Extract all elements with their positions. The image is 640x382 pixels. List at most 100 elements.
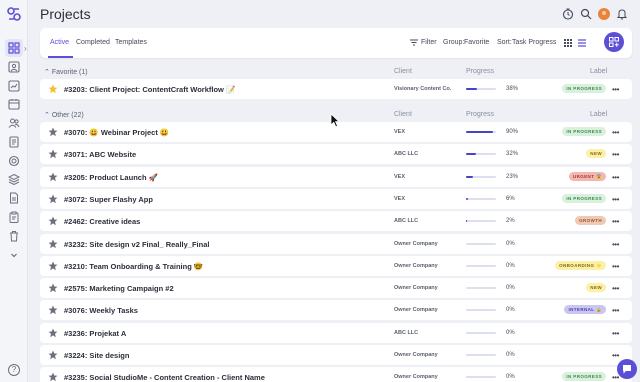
sidebar-item-projects[interactable] — [5, 39, 23, 57]
trash-icon[interactable] — [8, 230, 20, 242]
target-icon[interactable] — [8, 155, 20, 167]
chevron-down-icon[interactable] — [8, 249, 20, 261]
project-title[interactable]: #2575: Marketing Campaign #2 — [64, 284, 174, 293]
status-badge[interactable]: NEW — [586, 149, 606, 159]
bell-icon[interactable] — [616, 8, 628, 20]
filter-button[interactable]: Filter — [421, 39, 437, 46]
column-client[interactable]: Client — [394, 68, 412, 75]
project-title[interactable]: #2462: Creative ideas — [64, 217, 140, 226]
chat-button[interactable] — [617, 359, 637, 379]
tab-completed[interactable]: Completed — [76, 39, 110, 46]
more-options-icon[interactable]: ••• — [612, 173, 619, 182]
group-value[interactable]: Favorite — [464, 39, 489, 46]
project-row[interactable]: #2462: Creative ideas ABC LLC 2% GROWTH ••• — [40, 211, 632, 232]
star-icon[interactable] — [48, 283, 58, 293]
star-icon[interactable] — [48, 127, 58, 137]
more-options-icon[interactable]: ••• — [612, 284, 619, 293]
more-options-icon[interactable]: ••• — [612, 217, 619, 226]
project-title[interactable]: #3070: 😃 Webinar Project 😃 — [64, 128, 169, 137]
star-icon[interactable] — [48, 84, 58, 94]
project-row[interactable]: #2575: Marketing Campaign #2 Owner Compan… — [40, 278, 632, 299]
star-icon[interactable] — [48, 172, 58, 182]
project-row[interactable]: #3071: ABC Website ABC LLC 32% NEW ••• — [40, 144, 632, 165]
invoice-icon[interactable] — [8, 136, 20, 148]
star-icon[interactable] — [48, 372, 58, 382]
status-badge[interactable]: URGENT 😨 — [568, 171, 606, 181]
project-row[interactable]: #3076: Weekly Tasks Owner Company 0% INTERN… — [40, 300, 632, 321]
status-badge[interactable]: IN PROGRESS — [562, 193, 606, 203]
project-title[interactable]: #3205: Product Launch 🚀 — [64, 173, 158, 182]
filter-icon[interactable] — [410, 39, 418, 46]
column-label[interactable]: Label — [590, 111, 607, 118]
project-title[interactable]: #3224: Site design — [64, 351, 129, 360]
more-options-icon[interactable]: ••• — [612, 195, 619, 204]
column-progress[interactable]: Progress — [466, 111, 494, 118]
more-options-icon[interactable]: ••• — [612, 150, 619, 159]
document-icon[interactable] — [8, 192, 20, 204]
group-favorite-header[interactable]: ⌃ Favorite (1) — [44, 68, 88, 76]
app-logo-icon[interactable] — [6, 6, 22, 22]
project-title[interactable]: #3236: Projekat A — [64, 329, 126, 338]
tab-templates[interactable]: Templates — [115, 39, 147, 46]
project-row[interactable]: #3205: Product Launch 🚀 VEX 23% URGENT 😨 ••• — [40, 166, 632, 187]
more-options-icon[interactable]: ••• — [612, 306, 619, 315]
project-row[interactable]: #3224: Site design Owner Company 0% ••• — [40, 345, 632, 365]
clipboard-icon[interactable] — [8, 211, 20, 223]
star-icon[interactable] — [48, 261, 58, 271]
project-title[interactable]: #3232: Site design v2 Final_ Really_Fina… — [64, 240, 209, 249]
more-options-icon[interactable]: ••• — [612, 351, 619, 360]
grid-view-icon[interactable] — [564, 39, 572, 47]
star-icon[interactable] — [48, 328, 58, 338]
column-label[interactable]: Label — [590, 68, 607, 75]
project-row[interactable]: #3203: Client Project: ContentCraft Work… — [40, 79, 632, 99]
star-icon[interactable] — [48, 216, 58, 226]
status-badge[interactable]: IN PROGRESS — [562, 127, 606, 136]
people-icon[interactable] — [8, 117, 20, 129]
timer-icon[interactable] — [562, 8, 574, 20]
more-options-icon[interactable]: ••• — [612, 240, 619, 249]
more-options-icon[interactable]: ••• — [612, 329, 619, 338]
star-icon[interactable] — [48, 350, 58, 360]
star-icon[interactable] — [48, 239, 58, 249]
project-title[interactable]: #3235: Social StudioMe - Content Creatio… — [64, 373, 265, 382]
status-badge[interactable]: IN PROGRESS — [562, 372, 606, 382]
calendar-icon[interactable] — [8, 98, 20, 110]
search-icon[interactable] — [580, 8, 592, 20]
star-icon[interactable] — [48, 149, 58, 159]
chevron-up-icon[interactable]: ⌃ — [44, 112, 50, 119]
list-view-icon[interactable] — [578, 39, 586, 47]
project-row[interactable]: #3235: Social StudioMe - Content Creatio… — [40, 367, 632, 382]
project-title[interactable]: #3072: Super Flashy App — [64, 195, 153, 204]
sidebar-expand-icon[interactable]: › — [24, 44, 27, 53]
project-row[interactable]: #3072: Super Flashy App VEX 6% IN PROGRESS •… — [40, 188, 632, 209]
status-badge[interactable]: NEW — [586, 283, 606, 293]
project-title[interactable]: #3076: Weekly Tasks — [64, 306, 138, 315]
project-title[interactable]: #3210: Team Onboarding & Training 🤓 — [64, 262, 203, 271]
project-row[interactable]: #3232: Site design v2 Final_ Really_Fina… — [40, 233, 632, 254]
add-project-button[interactable] — [604, 32, 624, 52]
avatar[interactable] — [598, 8, 610, 20]
more-options-icon[interactable]: ••• — [612, 128, 619, 137]
project-title[interactable]: #3203: Client Project: ContentCraft Work… — [64, 85, 235, 94]
status-badge[interactable]: IN PROGRESS — [562, 84, 606, 93]
project-row[interactable]: #3236: Projekat A ABC LLC 0% ••• — [40, 322, 632, 343]
layers-icon[interactable] — [8, 173, 20, 185]
help-icon[interactable]: ? — [8, 364, 20, 376]
status-badge[interactable]: GROWTH — [575, 216, 606, 226]
status-badge[interactable]: ONBOARDING ⭐ — [555, 260, 606, 270]
contact-card-icon[interactable] — [8, 61, 20, 73]
project-title[interactable]: #3071: ABC Website — [64, 150, 136, 159]
sort-value[interactable]: Task Progress — [512, 39, 556, 46]
star-icon[interactable] — [48, 305, 58, 315]
project-row[interactable]: #3210: Team Onboarding & Training 🤓 Owner… — [40, 255, 632, 276]
column-progress[interactable]: Progress — [466, 68, 494, 75]
star-icon[interactable] — [48, 194, 58, 204]
tab-active[interactable]: Active — [50, 39, 69, 46]
chevron-up-icon[interactable]: ⌃ — [44, 69, 50, 76]
chart-icon[interactable] — [8, 80, 20, 92]
status-badge[interactable]: INTERNAL 🔒 — [564, 305, 606, 315]
column-client[interactable]: Client — [394, 111, 412, 118]
more-options-icon[interactable]: ••• — [612, 85, 619, 94]
group-other-header[interactable]: ⌃ Other (22) — [44, 111, 84, 119]
more-options-icon[interactable]: ••• — [612, 262, 619, 271]
